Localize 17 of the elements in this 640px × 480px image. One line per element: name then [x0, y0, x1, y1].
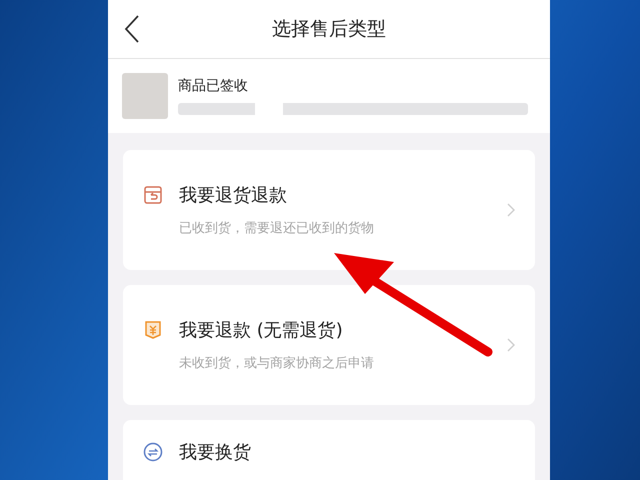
option-card[interactable]: 我要退款 (无需退货) 未收到货，或与商家协商之后申请: [123, 285, 535, 405]
chevron-icon: [507, 338, 515, 352]
page-title: 选择售后类型: [271, 17, 387, 42]
option-card[interactable]: 我要退货退款 已收到货，需要退还已收到的货物: [123, 150, 535, 270]
option-description: 已收到货，需要退还已收到的货物: [178, 220, 375, 237]
exchange-icon: [143, 442, 163, 462]
box-icon: [143, 185, 163, 205]
yen-icon: [143, 320, 163, 340]
chevron-icon: [507, 203, 515, 217]
option-title: 我要换货: [179, 441, 251, 464]
order-status: 商品已签收: [178, 77, 249, 95]
option-card[interactable]: 我要换货: [123, 420, 535, 480]
option-description: 未收到货，或与商家协商之后申请: [178, 355, 375, 372]
back-icon[interactable]: [124, 15, 140, 43]
option-title: 我要退款 (无需退货): [179, 319, 343, 342]
option-title: 我要退货退款: [179, 184, 287, 207]
photo-placeholder: [122, 73, 168, 119]
